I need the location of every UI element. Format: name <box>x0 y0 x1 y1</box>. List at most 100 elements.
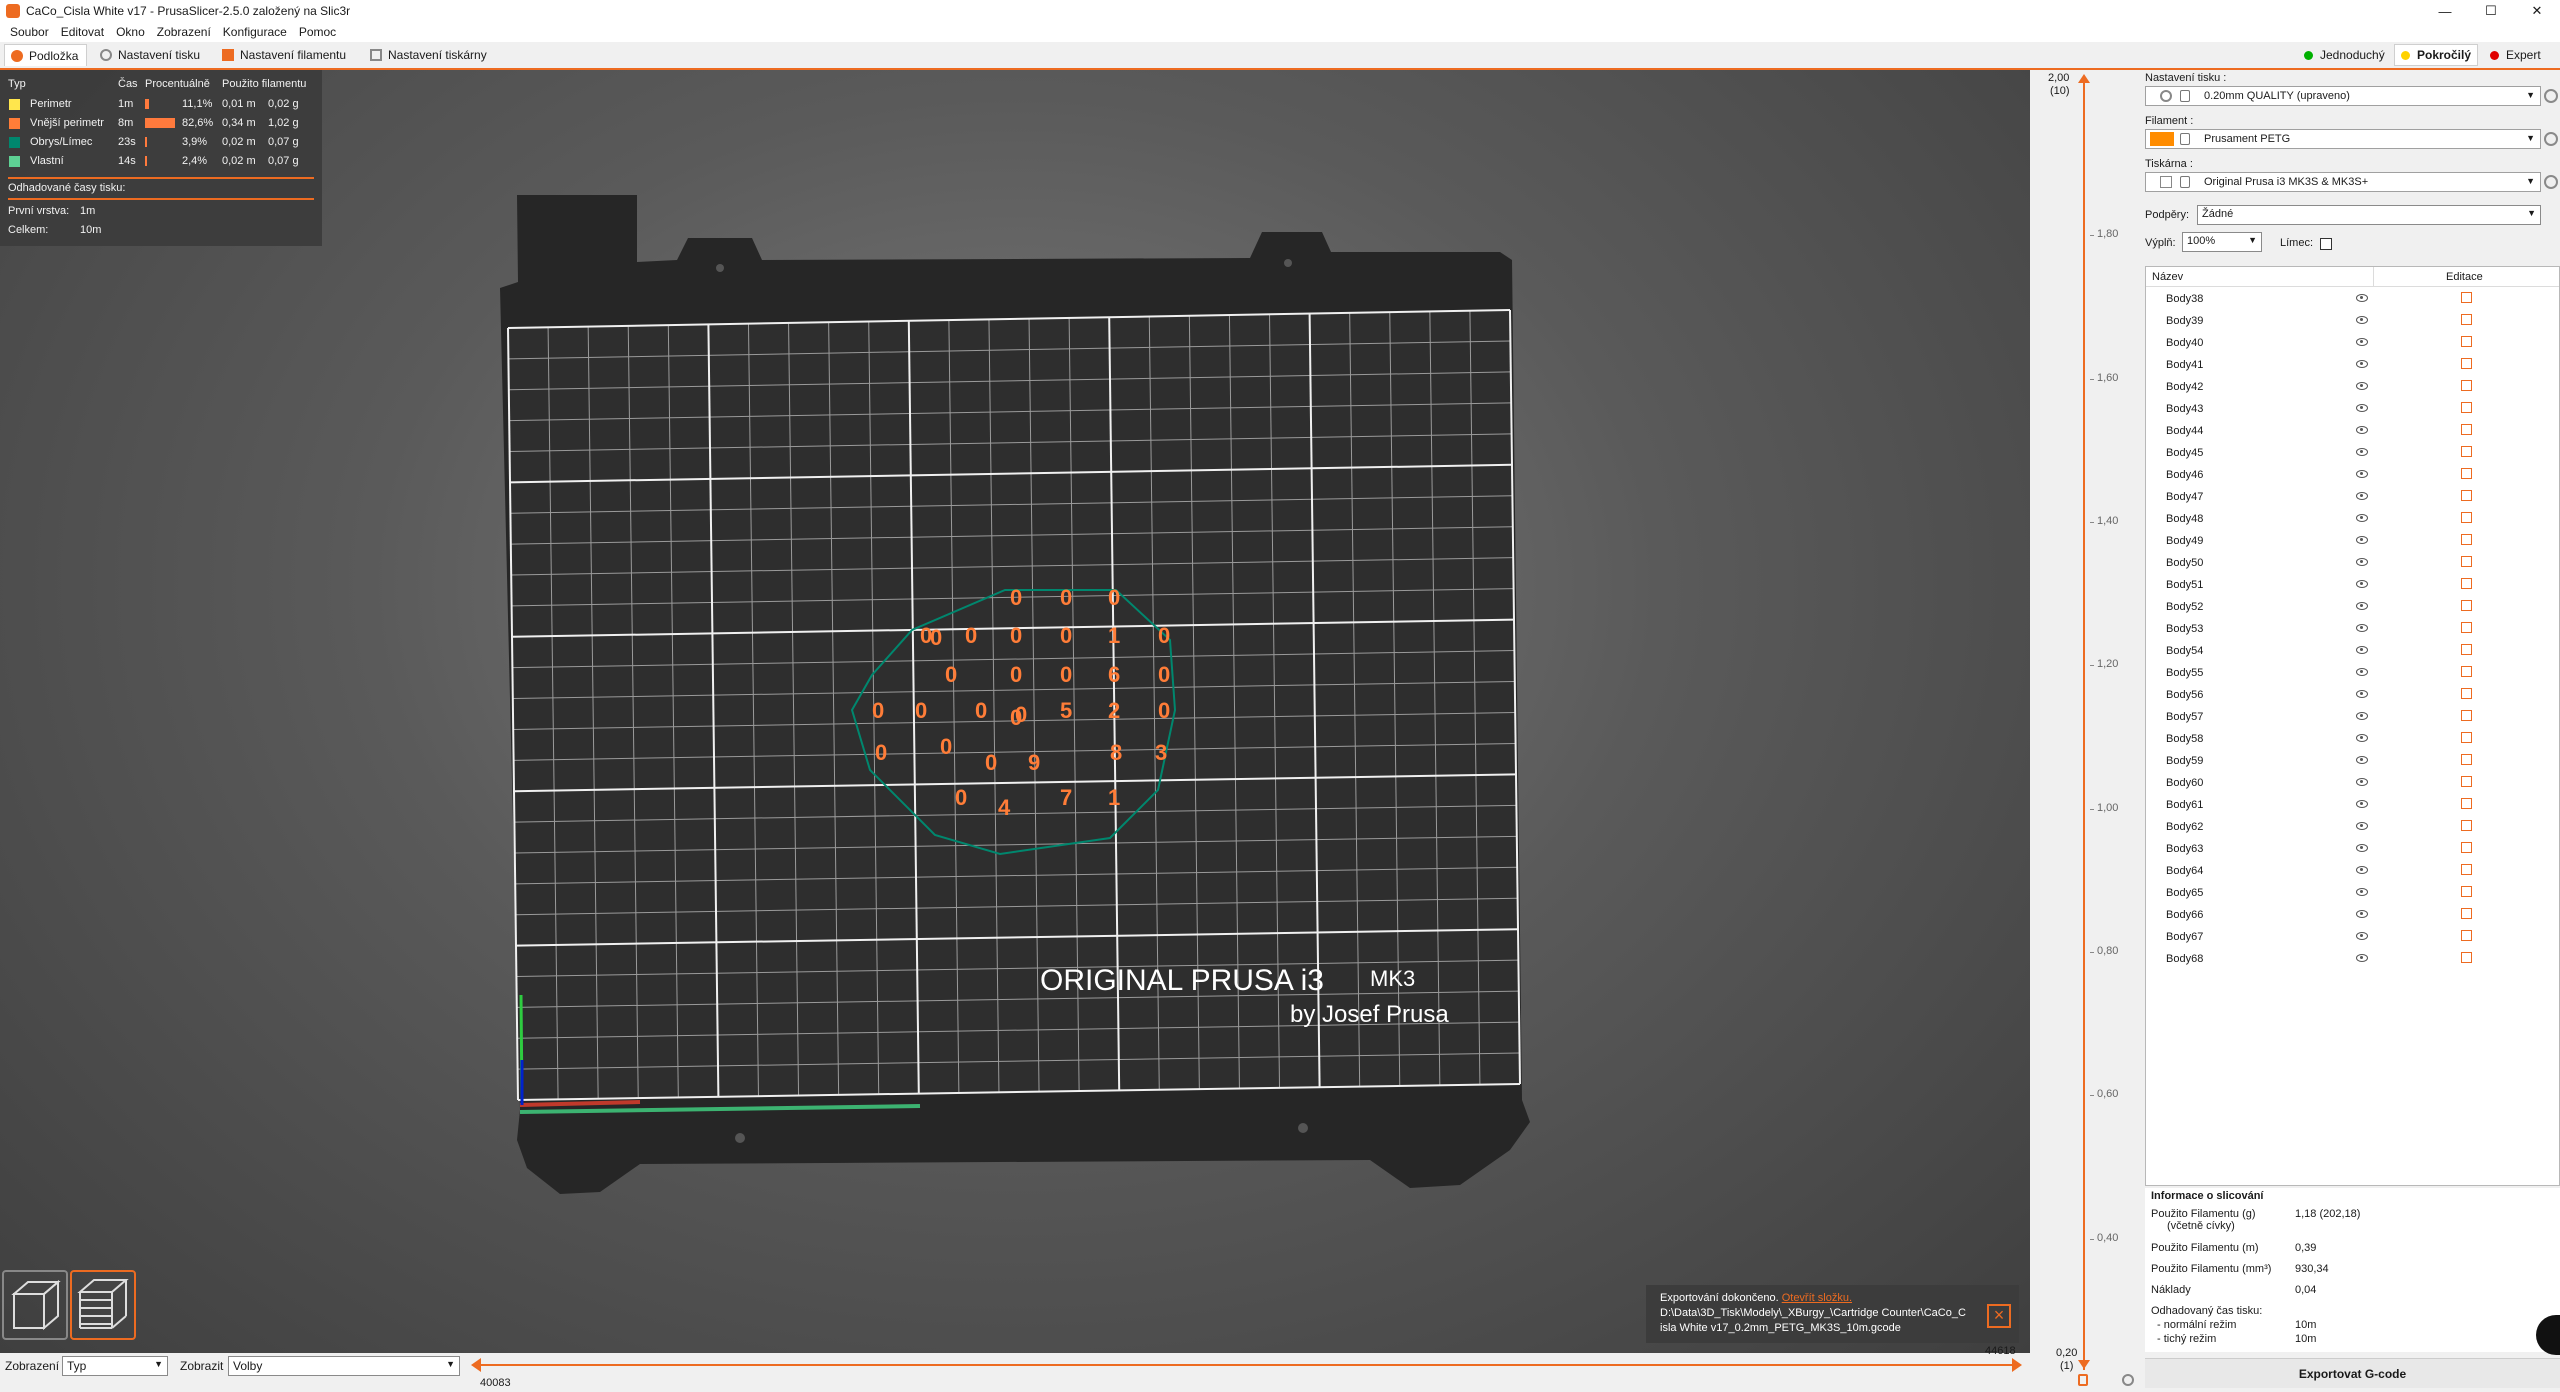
visibility-eye-icon[interactable] <box>2356 294 2368 302</box>
visibility-eye-icon[interactable] <box>2356 844 2368 852</box>
layer-bottom-thumb[interactable] <box>2078 1360 2090 1369</box>
visibility-eye-icon[interactable] <box>2356 910 2368 918</box>
view-3d-button[interactable] <box>2 1270 68 1340</box>
edit-icon[interactable] <box>2461 886 2472 897</box>
edit-icon[interactable] <box>2461 314 2472 325</box>
object-list-row[interactable]: Body49 <box>2146 531 2559 553</box>
show-options-select[interactable]: Volby ▼ <box>228 1356 460 1376</box>
object-list-row[interactable]: Body52 <box>2146 597 2559 619</box>
minimize-button[interactable]: — <box>2422 0 2468 22</box>
tab-print-settings[interactable]: Nastavení tisku <box>94 44 208 66</box>
mode-simple[interactable]: Jednoduchý <box>2304 44 2385 66</box>
tab-filament-settings[interactable]: Nastavení filamentu <box>216 44 354 66</box>
visibility-eye-icon[interactable] <box>2356 690 2368 698</box>
edit-print-settings-icon[interactable] <box>2544 89 2558 103</box>
edit-icon[interactable] <box>2461 798 2472 809</box>
edit-icon[interactable] <box>2461 380 2472 391</box>
visibility-eye-icon[interactable] <box>2356 382 2368 390</box>
visibility-eye-icon[interactable] <box>2356 734 2368 742</box>
horizontal-move-slider[interactable] <box>475 1364 2020 1366</box>
notification-close-icon[interactable]: × <box>1987 1304 2011 1328</box>
object-list-row[interactable]: Body42 <box>2146 377 2559 399</box>
menu-file[interactable]: Soubor <box>4 25 55 39</box>
edit-icon[interactable] <box>2461 666 2472 677</box>
edit-icon[interactable] <box>2461 446 2472 457</box>
visibility-eye-icon[interactable] <box>2356 954 2368 962</box>
edit-icon[interactable] <box>2461 424 2472 435</box>
object-list-row[interactable]: Body54 <box>2146 641 2559 663</box>
edit-icon[interactable] <box>2461 644 2472 655</box>
tab-plater[interactable]: Podložka <box>4 44 88 66</box>
object-list-row[interactable]: Body58 <box>2146 729 2559 751</box>
menu-help[interactable]: Pomoc <box>293 25 342 39</box>
object-list-row[interactable]: Body50 <box>2146 553 2559 575</box>
edit-icon[interactable] <box>2461 754 2472 765</box>
visibility-eye-icon[interactable] <box>2356 404 2368 412</box>
close-button[interactable]: ✕ <box>2514 0 2560 22</box>
visibility-eye-icon[interactable] <box>2356 800 2368 808</box>
visibility-eye-icon[interactable] <box>2356 932 2368 940</box>
object-list-row[interactable]: Body39 <box>2146 311 2559 333</box>
visibility-eye-icon[interactable] <box>2356 624 2368 632</box>
maximize-button[interactable]: ☐ <box>2468 0 2514 22</box>
edit-icon[interactable] <box>2461 578 2472 589</box>
visibility-eye-icon[interactable] <box>2356 756 2368 764</box>
visibility-eye-icon[interactable] <box>2356 338 2368 346</box>
object-list-row[interactable]: Body67 <box>2146 927 2559 949</box>
visibility-eye-icon[interactable] <box>2356 536 2368 544</box>
printer-select[interactable]: Original Prusa i3 MK3S & MK3S+ ▼ <box>2145 172 2541 192</box>
mode-expert[interactable]: Expert <box>2490 44 2541 66</box>
brim-checkbox[interactable] <box>2320 238 2332 250</box>
infill-select[interactable]: 100% ▼ <box>2182 232 2262 252</box>
object-list-row[interactable]: Body61 <box>2146 795 2559 817</box>
export-gcode-button[interactable]: Exportovat G-code <box>2145 1358 2560 1388</box>
edit-icon[interactable] <box>2461 776 2472 787</box>
object-list-row[interactable]: Body64 <box>2146 861 2559 883</box>
object-list-row[interactable]: Body43 <box>2146 399 2559 421</box>
edit-icon[interactable] <box>2461 534 2472 545</box>
edit-icon[interactable] <box>2461 490 2472 501</box>
object-list-row[interactable]: Body51 <box>2146 575 2559 597</box>
view-layers-button[interactable] <box>70 1270 136 1340</box>
visibility-eye-icon[interactable] <box>2356 492 2368 500</box>
object-list-row[interactable]: Body41 <box>2146 355 2559 377</box>
object-list-row[interactable]: Body44 <box>2146 421 2559 443</box>
edit-icon[interactable] <box>2461 952 2472 963</box>
object-list-row[interactable]: Body56 <box>2146 685 2559 707</box>
menu-window[interactable]: Okno <box>110 25 151 39</box>
object-list-row[interactable]: Body57 <box>2146 707 2559 729</box>
cog-icon[interactable] <box>2122 1374 2134 1386</box>
edit-icon[interactable] <box>2461 600 2472 611</box>
visibility-eye-icon[interactable] <box>2356 866 2368 874</box>
edit-icon[interactable] <box>2461 688 2472 699</box>
object-list-row[interactable]: Body60 <box>2146 773 2559 795</box>
lock-icon[interactable] <box>2078 1374 2088 1386</box>
visibility-eye-icon[interactable] <box>2356 888 2368 896</box>
print-settings-select[interactable]: 0.20mm QUALITY (upraveno) ▼ <box>2145 86 2541 106</box>
edit-icon[interactable] <box>2461 358 2472 369</box>
mode-advanced[interactable]: Pokročilý <box>2394 44 2479 66</box>
object-list-row[interactable]: Body45 <box>2146 443 2559 465</box>
view-type-select[interactable]: Typ ▼ <box>62 1356 168 1376</box>
menu-view[interactable]: Zobrazení <box>151 25 217 39</box>
slider-right-thumb[interactable] <box>2012 1358 2022 1372</box>
visibility-eye-icon[interactable] <box>2356 778 2368 786</box>
object-list-row[interactable]: Body66 <box>2146 905 2559 927</box>
visibility-eye-icon[interactable] <box>2356 470 2368 478</box>
visibility-eye-icon[interactable] <box>2356 514 2368 522</box>
object-list-row[interactable]: Body47 <box>2146 487 2559 509</box>
edit-icon[interactable] <box>2461 842 2472 853</box>
edit-icon[interactable] <box>2461 336 2472 347</box>
supports-select[interactable]: Žádné ▼ <box>2197 205 2541 225</box>
edit-icon[interactable] <box>2461 468 2472 479</box>
object-list-row[interactable]: Body62 <box>2146 817 2559 839</box>
edit-filament-icon[interactable] <box>2544 132 2558 146</box>
object-list-row[interactable]: Body38 <box>2146 289 2559 311</box>
edit-icon[interactable] <box>2461 930 2472 941</box>
edit-icon[interactable] <box>2461 292 2472 303</box>
edit-icon[interactable] <box>2461 710 2472 721</box>
edit-icon[interactable] <box>2461 622 2472 633</box>
column-name[interactable]: Název <box>2152 271 2183 283</box>
visibility-eye-icon[interactable] <box>2356 602 2368 610</box>
object-list-row[interactable]: Body48 <box>2146 509 2559 531</box>
